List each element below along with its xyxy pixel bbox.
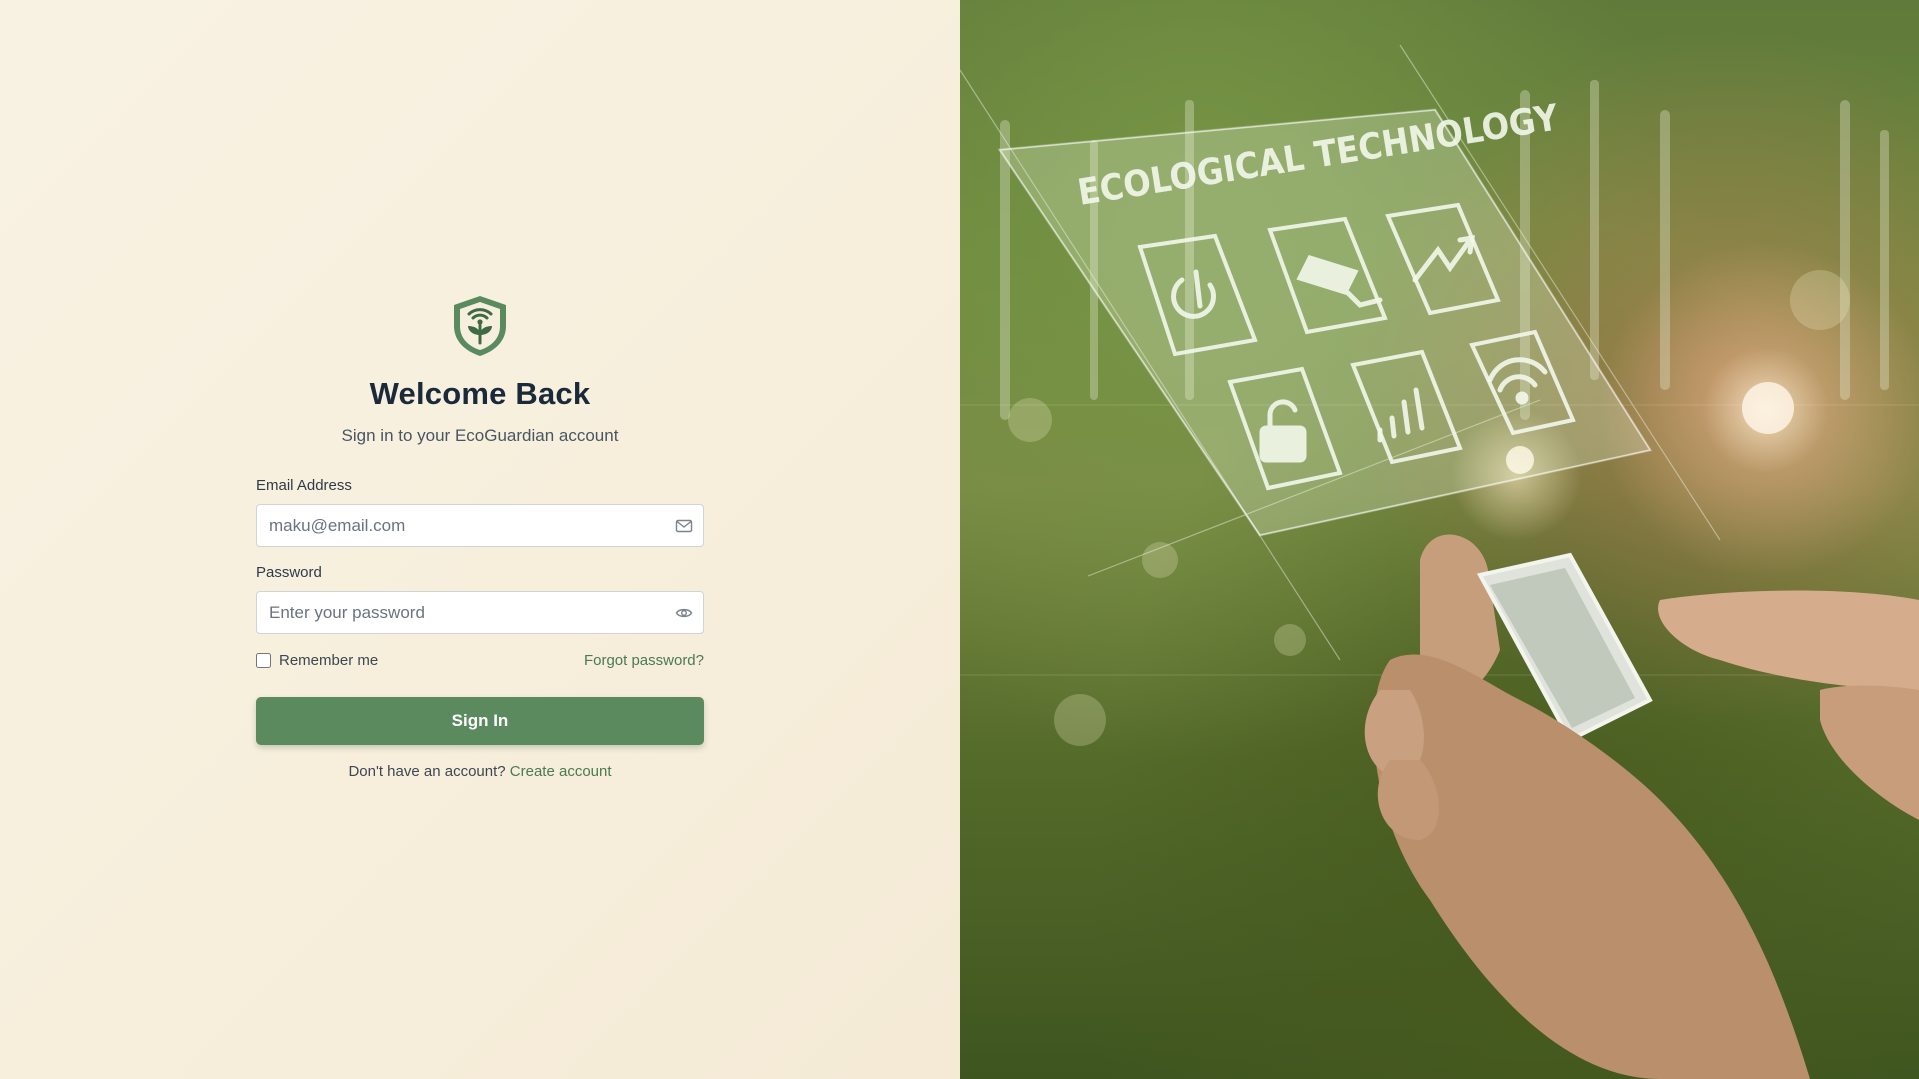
email-field-group: Email Address	[256, 477, 704, 547]
hero-image: ECOLOGICAL TECHNOLOGY	[960, 0, 1919, 1079]
password-label: Password	[256, 564, 322, 581]
signup-prompt: Don't have an account? Create account	[348, 763, 611, 780]
hero-illustration: ECOLOGICAL TECHNOLOGY	[960, 44, 1919, 1079]
remember-checkbox[interactable]	[256, 653, 271, 668]
mail-icon	[675, 519, 693, 533]
sign-in-button[interactable]: Sign In	[256, 697, 704, 745]
create-account-link[interactable]: Create account	[510, 763, 612, 780]
password-input[interactable]	[257, 592, 703, 633]
eye-icon[interactable]	[675, 604, 693, 622]
password-field-group: Password	[256, 564, 704, 634]
page-subtitle: Sign in to your EcoGuardian account	[341, 426, 619, 445]
hand-with-phone	[1364, 534, 1919, 1079]
form-options-row: Remember me Forgot password?	[256, 652, 704, 669]
email-input[interactable]	[257, 505, 703, 546]
forgot-password-link[interactable]: Forgot password?	[584, 652, 704, 669]
login-panel: Welcome Back Sign in to your EcoGuardian…	[0, 0, 960, 1079]
remember-label: Remember me	[279, 652, 379, 669]
email-input-box	[256, 504, 704, 547]
shield-sprout-wifi-icon	[454, 296, 506, 356]
login-form: Welcome Back Sign in to your EcoGuardian…	[256, 294, 704, 780]
password-input-box	[256, 591, 704, 634]
remember-me[interactable]: Remember me	[256, 652, 378, 669]
email-label: Email Address	[256, 477, 352, 494]
page-title: Welcome Back	[369, 376, 591, 411]
signup-prompt-text: Don't have an account?	[348, 763, 506, 780]
